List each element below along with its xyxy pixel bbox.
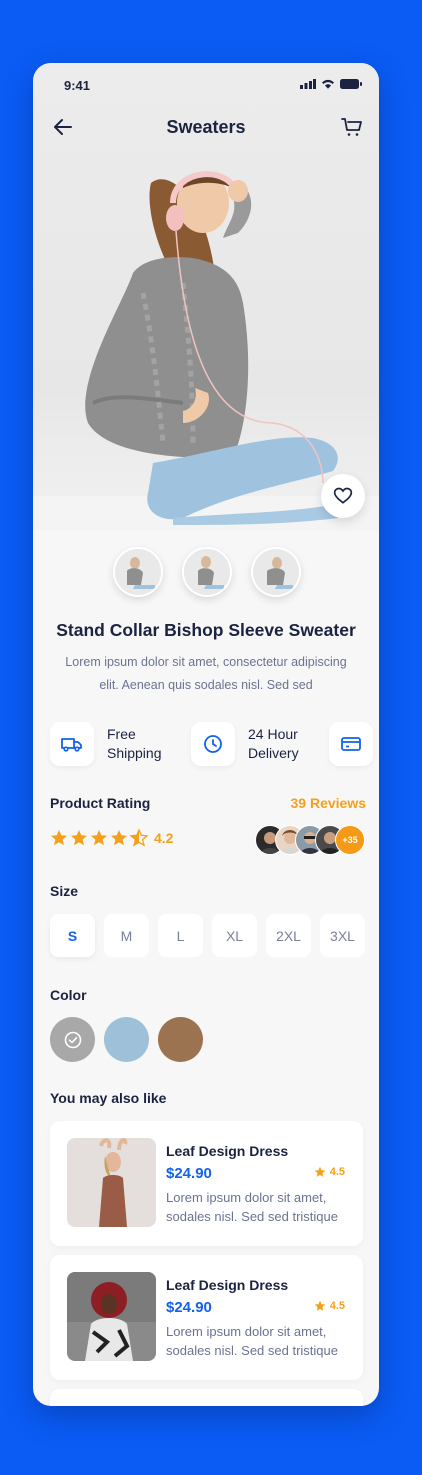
phone-frame: 9:41 Sweaters Stand Collar Bishop Sleeve… xyxy=(33,63,379,1406)
check-circle-icon xyxy=(64,1031,81,1048)
product-card-image xyxy=(67,1138,156,1227)
status-time: 9:41 xyxy=(64,78,91,93)
product-card[interactable]: Leaf Design Dress $24.90 4.5 Lorem ipsum… xyxy=(50,1255,363,1380)
feature-list: Free Shipping 24 Hour Delivery xyxy=(50,722,379,768)
clock-icon xyxy=(204,735,222,753)
rating-label: Product Rating xyxy=(50,795,151,811)
page-title: Sweaters xyxy=(166,117,246,137)
reviews-link[interactable]: 39 Reviews xyxy=(291,795,367,811)
battery-icon xyxy=(340,79,362,89)
product-name: Stand Collar Bishop Sleeve Sweater xyxy=(56,620,356,640)
product-card-name: Leaf Design Dress xyxy=(166,1143,289,1159)
recommend-label: You may also like xyxy=(50,1090,167,1106)
product-card-price: $24.90 xyxy=(166,1165,212,1182)
color-swatch-grey[interactable] xyxy=(50,1017,95,1062)
color-swatch-blue[interactable] xyxy=(104,1017,149,1062)
status-bar: 9:41 xyxy=(33,63,379,107)
thumbnail-2[interactable] xyxy=(182,547,232,597)
product-card-rating: 4.5 xyxy=(329,1300,345,1312)
feature-free-shipping: Free Shipping xyxy=(50,722,162,766)
feature-24h-delivery: 24 Hour Delivery xyxy=(191,722,299,766)
feature-payment xyxy=(329,722,373,766)
signal-icon xyxy=(300,79,316,89)
color-selector xyxy=(50,1017,203,1062)
size-option-l[interactable]: L xyxy=(158,914,203,957)
image-thumbnails xyxy=(113,547,301,597)
size-option-2xl[interactable]: 2XL xyxy=(266,914,311,957)
color-label: Color xyxy=(50,987,87,1003)
wifi-icon xyxy=(322,79,334,89)
product-card-rating: 4.5 xyxy=(329,1166,345,1178)
star-icon xyxy=(314,1166,326,1177)
top-nav: Sweaters xyxy=(33,113,379,141)
thumbnail-3[interactable] xyxy=(251,547,301,597)
product-card-image xyxy=(67,1272,156,1361)
reviewer-avatars[interactable]: +35 xyxy=(255,825,365,855)
truck-icon xyxy=(61,738,82,752)
size-option-s[interactable]: S xyxy=(50,914,95,957)
size-selector: S M L XL 2XL 3XL xyxy=(50,914,365,957)
size-label: Size xyxy=(50,883,79,899)
product-card-price: $24.90 xyxy=(166,1299,212,1316)
color-swatch-brown[interactable] xyxy=(158,1017,203,1062)
more-reviewers-badge: +35 xyxy=(335,825,365,855)
stars-icon xyxy=(51,829,148,847)
product-description: Lorem ipsum dolor sit amet, consectetur … xyxy=(65,655,347,692)
cart-icon[interactable] xyxy=(340,115,364,139)
product-card-description: Lorem ipsum dolor sit amet, sodales nisl… xyxy=(166,1324,338,1358)
star-rating: 4.2 xyxy=(50,829,173,847)
card-icon xyxy=(341,737,361,751)
rating-value: 4.2 xyxy=(154,830,174,846)
star-icon xyxy=(314,1300,326,1311)
size-option-xl[interactable]: XL xyxy=(212,914,257,957)
size-option-m[interactable]: M xyxy=(104,914,149,957)
product-card[interactable]: Leaf Design Dress $24.90 4.5 Lorem ipsum… xyxy=(50,1121,363,1246)
product-card-name: Leaf Design Dress xyxy=(166,1277,289,1293)
heart-icon xyxy=(333,487,353,504)
product-card-partial[interactable] xyxy=(50,1389,363,1406)
product-card-description: Lorem ipsum dolor sit amet, sodales nisl… xyxy=(166,1190,338,1224)
thumbnail-1[interactable] xyxy=(113,547,163,597)
size-option-3xl[interactable]: 3XL xyxy=(320,914,365,957)
favorite-button[interactable] xyxy=(321,474,365,518)
